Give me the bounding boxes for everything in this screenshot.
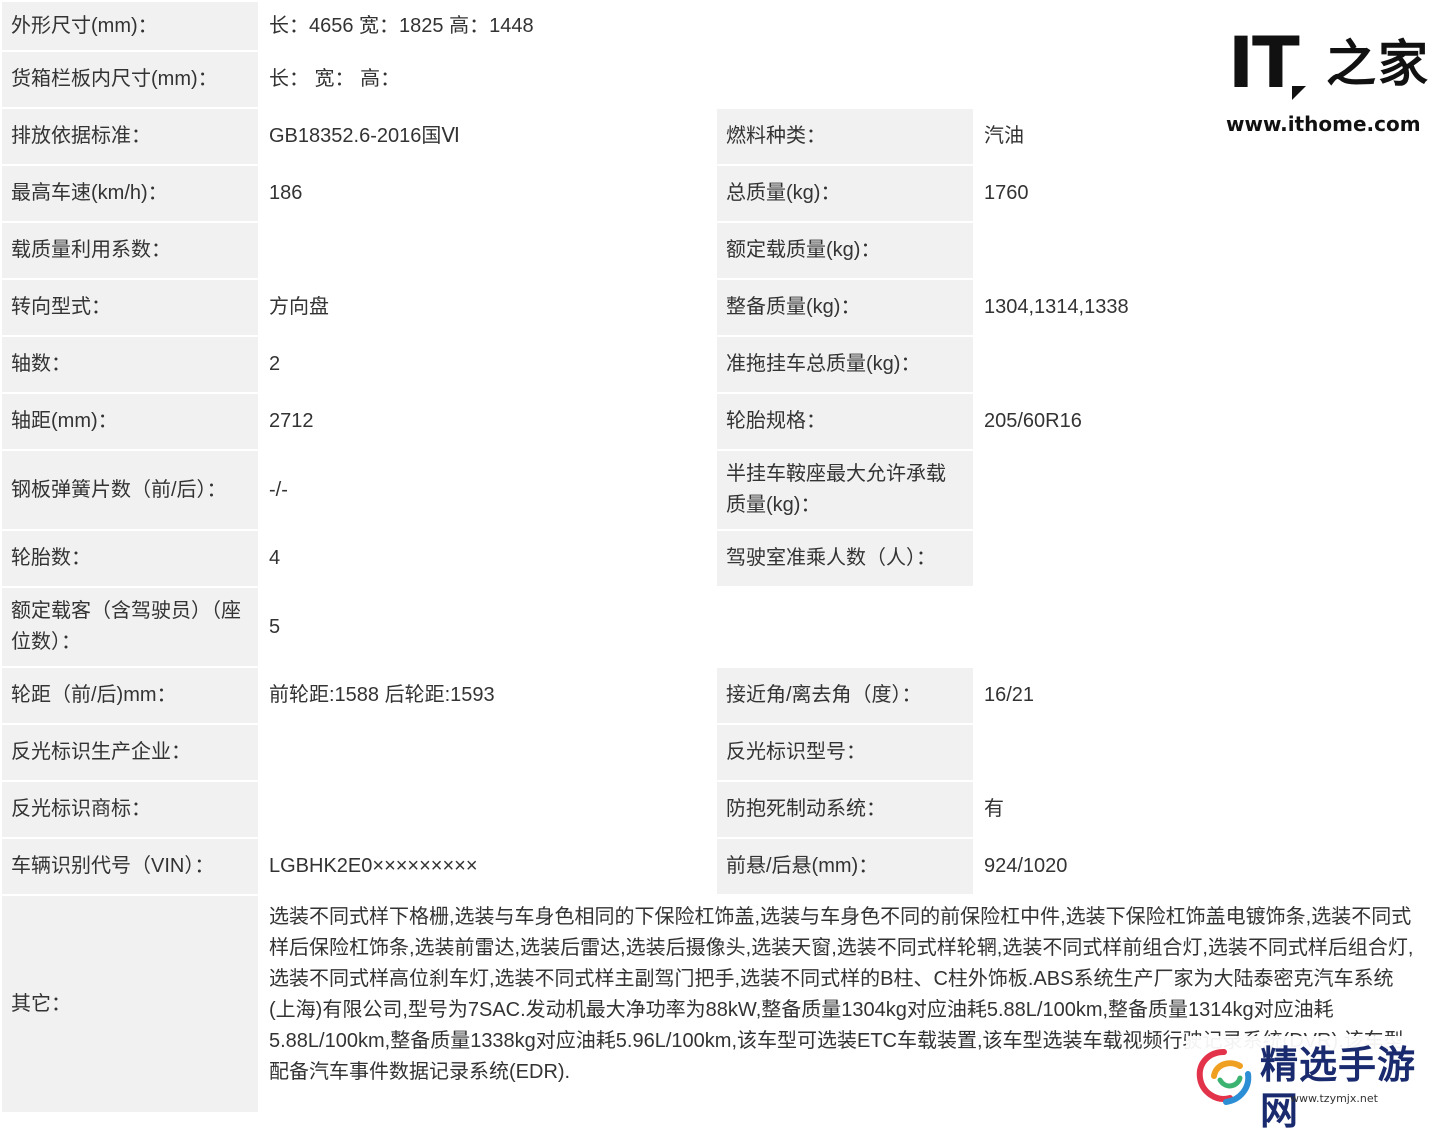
row-tires: 轮胎数： 4 驾驶室准乘人数（人）： — [0, 529, 1434, 588]
label-tire-spec: 轮胎规格： — [715, 392, 975, 451]
value-gross-mass: 1760 — [973, 164, 1434, 223]
ithome-logo-it: IT — [1228, 22, 1300, 104]
value-steering: 方向盘 — [258, 278, 717, 337]
label-dimensions: 外形尺寸(mm)： — [0, 0, 260, 52]
ithome-logo-cn: 之家 — [1326, 34, 1430, 93]
value-cab-occupants — [973, 529, 1434, 588]
row-load: 载质量利用系数： 额定载质量(kg)： — [0, 221, 1434, 280]
row-dimensions: 外形尺寸(mm)： 长：4656 宽：1825 高：1448 — [0, 0, 1434, 52]
row-seats: 额定载客（含驾驶员）（座位数）： 5 — [0, 586, 1434, 668]
value-rated-load — [973, 221, 1434, 280]
row-speed: 最高车速(km/h)： 186 总质量(kg)： 1760 — [0, 164, 1434, 223]
label-cargo-dimensions: 货箱栏板内尺寸(mm)： — [0, 50, 260, 109]
row-wheelbase: 轴距(mm)： 2712 轮胎规格： 205/60R16 — [0, 392, 1434, 451]
row-axles: 轴数： 2 准拖挂车总质量(kg)： — [0, 335, 1434, 394]
label-rated-load: 额定载质量(kg)： — [715, 221, 975, 280]
speech-bubble-icon — [1292, 86, 1306, 100]
label-abs: 防抱死制动系统： — [715, 780, 975, 839]
value-load-factor — [258, 221, 717, 280]
row-cargo-dimensions: 货箱栏板内尺寸(mm)： 长： 宽： 高： — [0, 50, 1434, 109]
value-trailer-mass — [973, 335, 1434, 394]
value-wheelbase: 2712 — [258, 392, 717, 451]
value-axles: 2 — [258, 335, 717, 394]
label-overhang: 前悬/后悬(mm)： — [715, 837, 975, 896]
spec-table: 外形尺寸(mm)： 长：4656 宽：1825 高：1448 货箱栏板内尺寸(m… — [0, 0, 1434, 1114]
row-leaf-springs: 钢板弹簧片数（前/后）： -/- 半挂车鞍座最大允许承载质量(kg)： — [0, 449, 1434, 531]
value-tire-count: 4 — [258, 529, 717, 588]
tzymjx-url: www.tzymjx.net — [1290, 1092, 1378, 1105]
label-tire-count: 轮胎数： — [0, 529, 260, 588]
label-axles: 轴数： — [0, 335, 260, 394]
row-reflective-maker: 反光标识生产企业： 反光标识型号： — [0, 723, 1434, 782]
tzymjx-watermark: 精选手游网 www.tzymjx.net — [1186, 1036, 1432, 1133]
row-steering: 转向型式： 方向盘 整备质量(kg)： 1304,1314,1338 — [0, 278, 1434, 337]
value-saddle-load — [973, 449, 1434, 531]
row-vin: 车辆识别代号（VIN）： LGBHK2E0××××××××× 前悬/后悬(mm)… — [0, 837, 1434, 896]
label-load-factor: 载质量利用系数： — [0, 221, 260, 280]
row-emission: 排放依据标准： GB18352.6-2016国Ⅵ 燃料种类： 汽油 — [0, 107, 1434, 166]
swirl-logo-icon — [1196, 1049, 1252, 1105]
value-overhang: 924/1020 — [973, 837, 1434, 896]
value-reflective-maker — [258, 723, 717, 782]
label-emission-standard: 排放依据标准： — [0, 107, 260, 166]
label-gross-mass: 总质量(kg)： — [715, 164, 975, 223]
value-approach-angle: 16/21 — [973, 666, 1434, 725]
value-track: 前轮距:1588 后轮距:1593 — [258, 666, 717, 725]
label-reflective-brand: 反光标识商标： — [0, 780, 260, 839]
label-curb-mass: 整备质量(kg)： — [715, 278, 975, 337]
label-seats: 额定载客（含驾驶员）（座位数）： — [0, 586, 260, 668]
row-track: 轮距（前/后)mm： 前轮距:1588 后轮距:1593 接近角/离去角（度）：… — [0, 666, 1434, 725]
label-reflective-maker: 反光标识生产企业： — [0, 723, 260, 782]
value-emission-standard: GB18352.6-2016国Ⅵ — [258, 107, 717, 166]
value-abs: 有 — [973, 780, 1434, 839]
row-reflective-brand: 反光标识商标： 防抱死制动系统： 有 — [0, 780, 1434, 839]
ithome-url: www.ithome.com — [1226, 112, 1421, 136]
value-max-speed: 186 — [258, 164, 717, 223]
label-vin: 车辆识别代号（VIN）： — [0, 837, 260, 896]
value-seats: 5 — [258, 586, 1434, 668]
label-leaf-springs: 钢板弹簧片数（前/后）： — [0, 449, 260, 531]
label-saddle-load: 半挂车鞍座最大允许承载质量(kg)： — [715, 449, 975, 531]
value-vin: LGBHK2E0××××××××× — [258, 837, 717, 896]
label-max-speed: 最高车速(km/h)： — [0, 164, 260, 223]
label-track: 轮距（前/后)mm： — [0, 666, 260, 725]
label-steering: 转向型式： — [0, 278, 260, 337]
label-wheelbase: 轴距(mm)： — [0, 392, 260, 451]
label-fuel-type: 燃料种类： — [715, 107, 975, 166]
value-reflective-model — [973, 723, 1434, 782]
label-cab-occupants: 驾驶室准乘人数（人）： — [715, 529, 975, 588]
ithome-watermark: IT 之家 www.ithome.com — [1222, 14, 1432, 140]
value-tire-spec: 205/60R16 — [973, 392, 1434, 451]
label-trailer-mass: 准拖挂车总质量(kg)： — [715, 335, 975, 394]
value-reflective-brand — [258, 780, 717, 839]
label-other: 其它： — [0, 894, 260, 1114]
label-approach-angle: 接近角/离去角（度）： — [715, 666, 975, 725]
value-leaf-springs: -/- — [258, 449, 717, 531]
tzymjx-logo-cn: 精选手游网 — [1260, 1043, 1417, 1133]
value-curb-mass: 1304,1314,1338 — [973, 278, 1434, 337]
label-reflective-model: 反光标识型号： — [715, 723, 975, 782]
